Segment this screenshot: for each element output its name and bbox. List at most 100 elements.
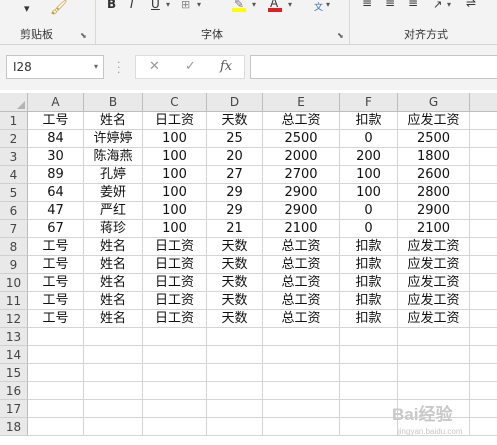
align-middle-icon[interactable]: ≡ [385, 0, 395, 10]
cell-a12[interactable]: 工号 [28, 310, 84, 328]
cell-c10[interactable]: 日工资 [143, 274, 207, 292]
row-header[interactable]: 12 [0, 310, 28, 328]
cell-e5[interactable]: 2900 [263, 184, 340, 202]
cell-c15[interactable] [143, 364, 207, 382]
cell-a18[interactable] [28, 418, 84, 436]
cell-f13[interactable] [340, 328, 398, 346]
cell-c1[interactable]: 日工资 [143, 112, 207, 130]
cell-a13[interactable] [28, 328, 84, 346]
cell-f1[interactable]: 扣款 [340, 112, 398, 130]
cell-e12[interactable]: 总工资 [263, 310, 340, 328]
cell-b3[interactable]: 陈海燕 [84, 148, 143, 166]
column-header-c[interactable]: C [143, 93, 207, 112]
cell-b4[interactable]: 孔婷 [84, 166, 143, 184]
cell-d12[interactable]: 天数 [207, 310, 263, 328]
cell-f17[interactable] [340, 400, 398, 418]
orientation-icon[interactable]: ↗ [433, 0, 442, 11]
row-header[interactable]: 6 [0, 202, 28, 220]
cell-h16[interactable] [470, 382, 497, 400]
orientation-caret-icon[interactable]: ▾ [447, 0, 451, 9]
cell-d7[interactable]: 21 [207, 220, 263, 238]
cell-h15[interactable] [470, 364, 497, 382]
cell-b13[interactable] [84, 328, 143, 346]
clipboard-dialog-launcher-icon[interactable]: ⬊ [80, 31, 87, 40]
cell-e3[interactable]: 2000 [263, 148, 340, 166]
cell-b1[interactable]: 姓名 [84, 112, 143, 130]
cell-b9[interactable]: 姓名 [84, 256, 143, 274]
row-header[interactable]: 18 [0, 418, 28, 436]
cell-c12[interactable]: 日工资 [143, 310, 207, 328]
cell-g8[interactable]: 应发工资 [398, 238, 470, 256]
row-header[interactable]: 17 [0, 400, 28, 418]
column-header-h[interactable] [470, 93, 497, 112]
cell-a4[interactable]: 89 [28, 166, 84, 184]
cell-c8[interactable]: 日工资 [143, 238, 207, 256]
cell-a3[interactable]: 30 [28, 148, 84, 166]
cell-d5[interactable]: 29 [207, 184, 263, 202]
cell-c11[interactable]: 日工资 [143, 292, 207, 310]
cell-g15[interactable] [398, 364, 470, 382]
cell-a7[interactable]: 67 [28, 220, 84, 238]
cell-e10[interactable]: 总工资 [263, 274, 340, 292]
cell-d3[interactable]: 20 [207, 148, 263, 166]
cell-h5[interactable] [470, 184, 497, 202]
cell-f6[interactable]: 0 [340, 202, 398, 220]
column-header-b[interactable]: B [84, 93, 143, 112]
underline-caret-icon[interactable]: ▾ [166, 0, 170, 9]
cell-d11[interactable]: 天数 [207, 292, 263, 310]
cell-b7[interactable]: 蒋珍 [84, 220, 143, 238]
cell-a9[interactable]: 工号 [28, 256, 84, 274]
column-header-d[interactable]: D [207, 93, 263, 112]
cell-e6[interactable]: 2900 [263, 202, 340, 220]
cell-c5[interactable]: 100 [143, 184, 207, 202]
cell-e14[interactable] [263, 346, 340, 364]
cell-h3[interactable] [470, 148, 497, 166]
cell-e4[interactable]: 2700 [263, 166, 340, 184]
name-box-dropdown-icon[interactable]: ▾ [94, 56, 98, 78]
cell-b10[interactable]: 姓名 [84, 274, 143, 292]
cell-b12[interactable]: 姓名 [84, 310, 143, 328]
cell-d9[interactable]: 天数 [207, 256, 263, 274]
cell-b5[interactable]: 姜妍 [84, 184, 143, 202]
cell-d2[interactable]: 25 [207, 130, 263, 148]
bold-button[interactable]: B [107, 0, 116, 11]
cell-c3[interactable]: 100 [143, 148, 207, 166]
cell-g2[interactable]: 2500 [398, 130, 470, 148]
format-painter-icon[interactable]: 🖌 [50, 0, 68, 16]
cell-h13[interactable] [470, 328, 497, 346]
cell-d10[interactable]: 天数 [207, 274, 263, 292]
drag-handle-icon[interactable]: · · · [117, 57, 121, 78]
cell-a17[interactable] [28, 400, 84, 418]
cell-a1[interactable]: 工号 [28, 112, 84, 130]
cell-a2[interactable]: 84 [28, 130, 84, 148]
cell-b18[interactable] [84, 418, 143, 436]
cell-b15[interactable] [84, 364, 143, 382]
cell-h10[interactable] [470, 274, 497, 292]
cell-a5[interactable]: 64 [28, 184, 84, 202]
name-box[interactable]: I28 ▾ [6, 55, 104, 79]
cell-e16[interactable] [263, 382, 340, 400]
cell-e11[interactable]: 总工资 [263, 292, 340, 310]
phonetic-caret-icon[interactable]: ▾ [326, 0, 330, 9]
cell-f7[interactable]: 0 [340, 220, 398, 238]
cell-e15[interactable] [263, 364, 340, 382]
cell-f4[interactable]: 100 [340, 166, 398, 184]
cell-h1[interactable] [470, 112, 497, 130]
cell-h7[interactable] [470, 220, 497, 238]
row-header[interactable]: 14 [0, 346, 28, 364]
cell-h2[interactable] [470, 130, 497, 148]
cell-g9[interactable]: 应发工资 [398, 256, 470, 274]
cell-f16[interactable] [340, 382, 398, 400]
cell-h8[interactable] [470, 238, 497, 256]
row-header[interactable]: 1 [0, 112, 28, 130]
cell-f5[interactable]: 100 [340, 184, 398, 202]
cell-a8[interactable]: 工号 [28, 238, 84, 256]
cell-a16[interactable] [28, 382, 84, 400]
cell-h12[interactable] [470, 310, 497, 328]
cell-b8[interactable]: 姓名 [84, 238, 143, 256]
underline-button[interactable]: U [151, 0, 160, 11]
align-bottom-icon[interactable]: ≡ [408, 0, 418, 10]
cell-c17[interactable] [143, 400, 207, 418]
row-header[interactable]: 11 [0, 292, 28, 310]
cell-f11[interactable]: 扣款 [340, 292, 398, 310]
